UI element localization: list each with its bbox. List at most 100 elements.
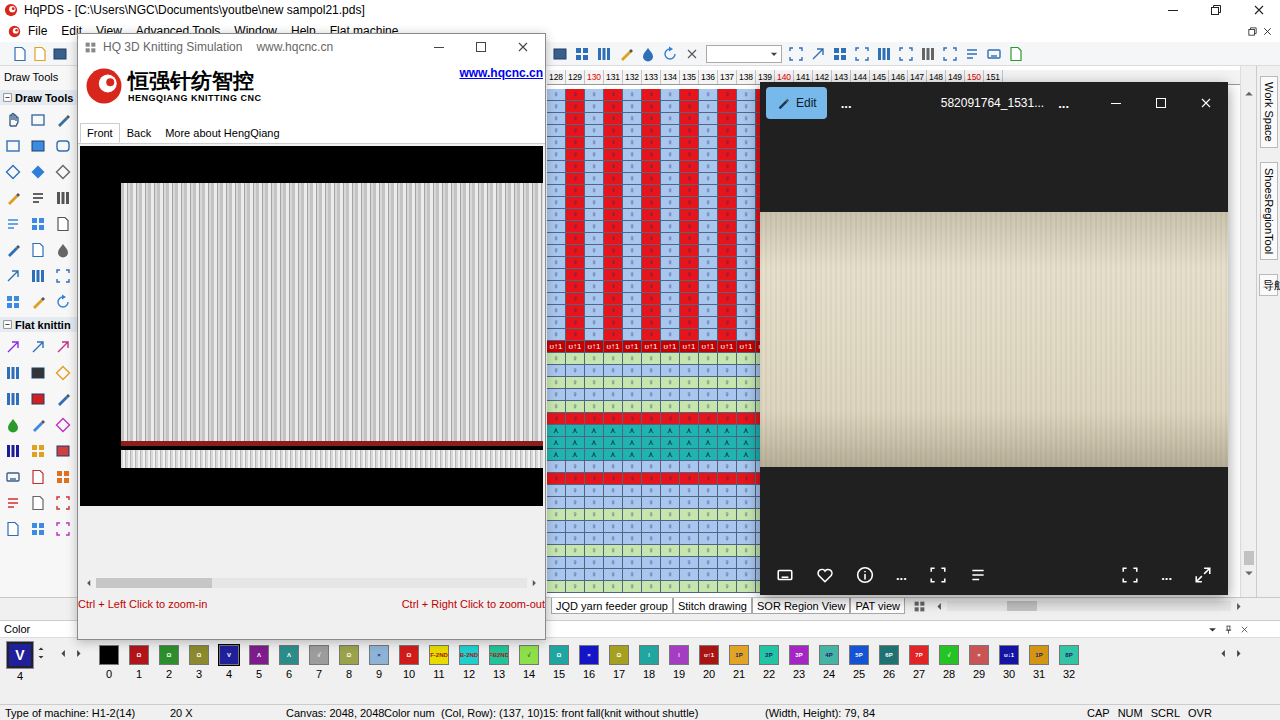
text-tool-icon[interactable] [30, 190, 46, 206]
grid-cell[interactable]: ♀ [566, 233, 585, 245]
grid-cell[interactable]: ♀ [623, 137, 642, 149]
grid-cell[interactable]: ♀ [642, 545, 661, 557]
grid-cell[interactable]: ♀ [547, 161, 566, 173]
grid-cell[interactable]: ♀ [585, 269, 604, 281]
grid-cell[interactable]: ⋏ [547, 449, 566, 461]
close-panel-icon[interactable] [1239, 624, 1250, 635]
grid-cell[interactable]: ⋏ [623, 425, 642, 437]
rotate-icon[interactable] [55, 294, 71, 310]
grid-cell[interactable]: ♀ [566, 545, 585, 557]
color-swatch[interactable]: 1P [1029, 645, 1049, 665]
grid-cell[interactable]: ♀ [699, 125, 718, 137]
grid-cell[interactable]: ♀ [737, 317, 756, 329]
grid-cell[interactable]: ♀ [604, 173, 623, 185]
color-swatch-item[interactable]: F-2ND11 [424, 642, 454, 681]
region-icon[interactable] [55, 495, 71, 511]
scroll-right-icon[interactable] [1233, 601, 1244, 612]
grid-cell[interactable]: ♀ [585, 113, 604, 125]
grid-cell[interactable]: ♀ [585, 197, 604, 209]
grid-cell[interactable]: ♀ [680, 245, 699, 257]
grid-cell[interactable]: ♀ [642, 389, 661, 401]
color-swatch[interactable]: √ [939, 645, 959, 665]
grid-cell[interactable]: ♀ [699, 221, 718, 233]
grid-cell[interactable]: ♀ [680, 197, 699, 209]
grid-cell[interactable]: ♀ [547, 149, 566, 161]
rows-icon[interactable] [596, 46, 612, 62]
grid-cell[interactable]: ʊ↑1 [642, 341, 661, 353]
grid-cell[interactable]: ♀ [718, 353, 737, 365]
color-block-icon[interactable] [30, 391, 46, 407]
grid-cell[interactable]: ♀ [623, 185, 642, 197]
grid-cell[interactable]: ♀ [642, 473, 661, 485]
color-swatch-item[interactable]: Ω15 [544, 642, 574, 681]
grid-cell[interactable]: ♀ [566, 497, 585, 509]
grid-cell[interactable]: ♀ [623, 257, 642, 269]
grid-cell[interactable]: ♀ [547, 245, 566, 257]
grid-cell[interactable]: ♀ [642, 221, 661, 233]
info-icon[interactable] [856, 566, 874, 584]
grid-cell[interactable]: ʊ↑1 [585, 341, 604, 353]
grid-cell[interactable]: ♀ [604, 101, 623, 113]
grid-cell[interactable]: ♀ [566, 269, 585, 281]
grid-cell[interactable]: ♀ [737, 485, 756, 497]
color-swatch[interactable]: 6P [879, 645, 899, 665]
grid-cell[interactable]: ⋏ [566, 425, 585, 437]
grid-cell[interactable]: ♀ [547, 233, 566, 245]
grid-cell[interactable]: ♀ [642, 233, 661, 245]
grid-cell[interactable]: ♀ [680, 365, 699, 377]
grid-cell[interactable]: ♀ [642, 533, 661, 545]
needle-icon[interactable] [5, 365, 21, 381]
grid-cell[interactable]: ♀ [585, 149, 604, 161]
grid-cell[interactable]: ♀ [680, 329, 699, 341]
grid-cell[interactable]: ♀ [718, 149, 737, 161]
grid-cell[interactable]: ♀ [661, 353, 680, 365]
grid-cell[interactable]: ♀ [661, 281, 680, 293]
color-swatch[interactable]: 1P [729, 645, 749, 665]
grid-cell[interactable]: ♀ [718, 461, 737, 473]
grid-cell[interactable]: ♀ [547, 581, 566, 593]
grid-cell[interactable]: ♀ [547, 293, 566, 305]
color-swatch[interactable]: ʊ↓1 [999, 645, 1019, 665]
grid-cell[interactable]: ♀ [642, 461, 661, 473]
grid-cell[interactable]: ⋏ [566, 437, 585, 449]
grid-cell[interactable]: ʊ↑1 [718, 341, 737, 353]
grid-cell[interactable]: ♀ [604, 329, 623, 341]
grid-cell[interactable]: ♀ [623, 377, 642, 389]
grid-cell[interactable]: ♀ [566, 113, 585, 125]
grid-cell[interactable]: ⋏ [718, 437, 737, 449]
grid-cell[interactable]: ʊ↑1 [623, 341, 642, 353]
color-swatch[interactable]: ⁞ [669, 645, 689, 665]
scroll-thumb[interactable] [1244, 551, 1254, 565]
grid-cell[interactable]: ♀ [623, 161, 642, 173]
grid-cell[interactable]: ♀ [623, 329, 642, 341]
grid-cell[interactable]: ♀ [604, 221, 623, 233]
photo-viewer-window[interactable]: Edit...582091764_1531............ [760, 82, 1228, 595]
shape-icon[interactable] [55, 164, 71, 180]
window-icon[interactable] [574, 46, 590, 62]
grid-cell[interactable]: ♀ [566, 533, 585, 545]
grid-cell[interactable]: ♀ [566, 197, 585, 209]
grid-cell[interactable]: ♀ [642, 281, 661, 293]
diamond-icon[interactable] [5, 164, 21, 180]
grid-cell[interactable]: ♀ [737, 377, 756, 389]
grid-cell[interactable]: ♀ [585, 521, 604, 533]
color-swatch[interactable]: Ω [399, 645, 419, 665]
crop-icon[interactable] [55, 521, 71, 537]
grid-cell[interactable]: ♀ [661, 329, 680, 341]
grid-cell[interactable]: ⋏ [737, 425, 756, 437]
grid-cell[interactable]: ♀ [680, 401, 699, 413]
grid-cell[interactable]: ♀ [718, 293, 737, 305]
grid-cell[interactable]: ♀ [699, 233, 718, 245]
grid-cell[interactable]: ♀ [737, 281, 756, 293]
scroll-thumb[interactable] [1007, 601, 1037, 611]
grid-cell[interactable]: ♀ [623, 269, 642, 281]
close-button[interactable] [1237, 0, 1280, 20]
color-swatch-item[interactable]: Λ6 [274, 642, 304, 681]
scroll-track[interactable] [1244, 102, 1254, 565]
grid-cell[interactable]: ♀ [699, 365, 718, 377]
color-swatch-item[interactable]: 1P21 [724, 642, 754, 681]
grid-cell[interactable]: ♀ [642, 581, 661, 593]
grid-cell[interactable]: ♀ [680, 377, 699, 389]
fill-icon[interactable] [640, 46, 656, 62]
grid-cell[interactable]: ♀ [585, 257, 604, 269]
